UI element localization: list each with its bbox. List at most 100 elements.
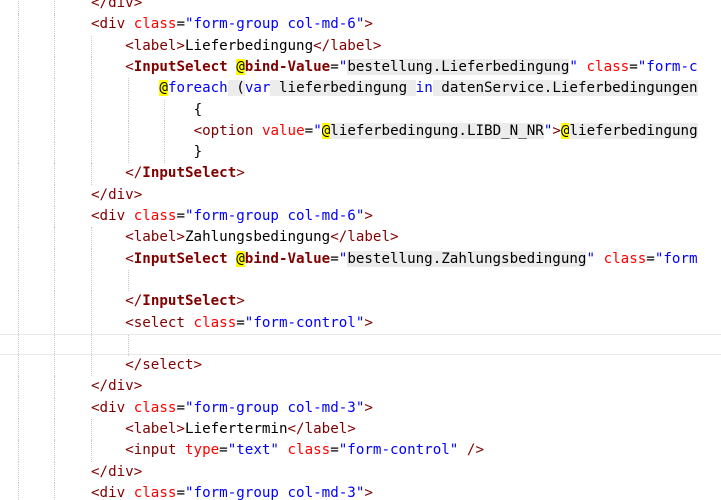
indent-guide (18, 397, 19, 419)
code-token: </div> (91, 186, 143, 203)
indent-guide (18, 376, 19, 398)
code-token: InputSelect (142, 165, 237, 182)
code-line[interactable]: <div class="form-group col-md-6"> (0, 206, 721, 228)
code-text: <label>Lieferbedingung</label> (125, 36, 381, 57)
indent-guide (91, 355, 92, 377)
code-text: </InputSelect> (125, 291, 245, 312)
code-token: <input (125, 442, 185, 459)
code-token: lieferbedingung.LIBD_N_NR (330, 122, 544, 139)
code-line[interactable]: { (0, 99, 721, 121)
code-token: class (287, 442, 331, 459)
indent-guide (18, 440, 19, 462)
code-line[interactable]: </InputSelect> (0, 163, 721, 185)
indent-guide (18, 334, 19, 357)
code-token: = (646, 250, 655, 267)
code-line[interactable]: </div> (0, 461, 721, 483)
code-line[interactable]: <div class="form-group col-md-3"> (0, 482, 721, 500)
code-token: > (236, 165, 245, 182)
code-line[interactable]: <InputSelect @bind-Value="bestellung.Zah… (0, 248, 721, 270)
code-token: </ (125, 293, 143, 310)
indent-guide (18, 482, 19, 500)
indent-guide (91, 35, 92, 57)
code-token: { (193, 101, 203, 118)
code-line[interactable]: <select class="form-control"> (0, 312, 721, 334)
code-token: lieferbedingung (270, 80, 416, 97)
code-line[interactable]: } (0, 142, 721, 164)
indent-guide (91, 142, 92, 164)
code-token: class (133, 484, 177, 500)
code-token: "form-control" (338, 442, 459, 459)
code-text: { (194, 100, 203, 121)
code-line[interactable]: @foreach (var lieferbedingung in datenSe… (0, 78, 721, 100)
indent-guide (164, 120, 165, 143)
indent-guide (91, 99, 92, 121)
code-token: = (330, 58, 339, 75)
indent-guide (54, 291, 55, 313)
code-line[interactable] (0, 269, 721, 292)
code-line[interactable]: </select> (0, 355, 721, 377)
code-token: @ (159, 80, 168, 97)
code-token: } (193, 144, 203, 161)
indent-guide (128, 142, 129, 164)
code-text: <input type="text" class="form-control" … (125, 440, 484, 461)
code-line[interactable]: <input type="text" class="form-control" … (0, 440, 721, 462)
code-token: Lieferbedingung (184, 37, 314, 54)
indent-guide (18, 461, 19, 483)
code-text: <label>Zahlungsbedingung</label> (125, 227, 398, 248)
code-token: InputSelect (133, 58, 228, 75)
code-token: = (629, 58, 638, 75)
indent-guide (54, 440, 55, 462)
indent-guide (18, 142, 19, 164)
code-token: > (364, 399, 373, 416)
code-line[interactable]: </div> (0, 0, 721, 15)
code-line[interactable]: <label>Liefertermin</label> (0, 419, 721, 441)
indent-guide (128, 269, 129, 292)
indent-guide (91, 312, 92, 334)
code-token: < (125, 58, 134, 75)
code-line[interactable]: </InputSelect> (0, 291, 721, 313)
code-text: <InputSelect @bind-Value="bestellung.Zah… (125, 249, 698, 270)
current-code-line[interactable] (0, 333, 721, 357)
indent-guide (18, 163, 19, 185)
code-text: } (194, 142, 203, 163)
code-line[interactable]: </div> (0, 184, 721, 206)
indent-guide (91, 227, 92, 249)
indent-guide (54, 482, 55, 500)
code-text: </div> (91, 0, 142, 14)
code-text: </div> (91, 185, 142, 206)
code-text: <option value="@lieferbedingung.LIBD_N_N… (194, 121, 698, 142)
code-token: in (415, 80, 433, 97)
code-token: Zahlungsbedingung (184, 229, 331, 246)
indent-guide (54, 248, 55, 270)
indent-guide (18, 35, 19, 57)
indent-guide (128, 334, 129, 357)
code-token: <div (91, 16, 134, 33)
code-token: foreach (167, 80, 228, 97)
code-line[interactable]: <label>Zahlungsbedingung</label> (0, 227, 721, 249)
indent-guide (18, 99, 19, 121)
code-token: > (364, 484, 373, 500)
code-line[interactable]: </div> (0, 376, 721, 398)
code-token: > (364, 16, 373, 33)
code-token: > (236, 293, 245, 310)
code-line[interactable]: <div class="form-group col-md-3"> (0, 397, 721, 419)
code-line[interactable]: <label>Lieferbedingung</label> (0, 35, 721, 57)
code-token: = (176, 399, 185, 416)
indent-guide (54, 142, 55, 164)
code-token: var (244, 80, 271, 97)
code-editor[interactable]: </div> <div class="form-group col-md-6"> <… (0, 0, 721, 500)
code-token: bind-Value (244, 250, 331, 267)
code-line[interactable]: <option value="@lieferbedingung.LIBD_N_N… (0, 120, 721, 143)
code-token: ( (227, 80, 245, 97)
code-token: <div (91, 208, 134, 224)
indent-guide (18, 291, 19, 313)
code-text: <div class="form-group col-md-6"> (91, 14, 373, 35)
code-token: " (586, 250, 596, 267)
code-text: <select class="form-control"> (125, 313, 373, 334)
code-line[interactable]: <div class="form-group col-md-6"> (0, 14, 721, 36)
code-token: = (176, 484, 185, 500)
indent-guide (164, 99, 165, 121)
code-line[interactable]: <InputSelect @bind-Value="bestellung.Lie… (0, 56, 721, 79)
